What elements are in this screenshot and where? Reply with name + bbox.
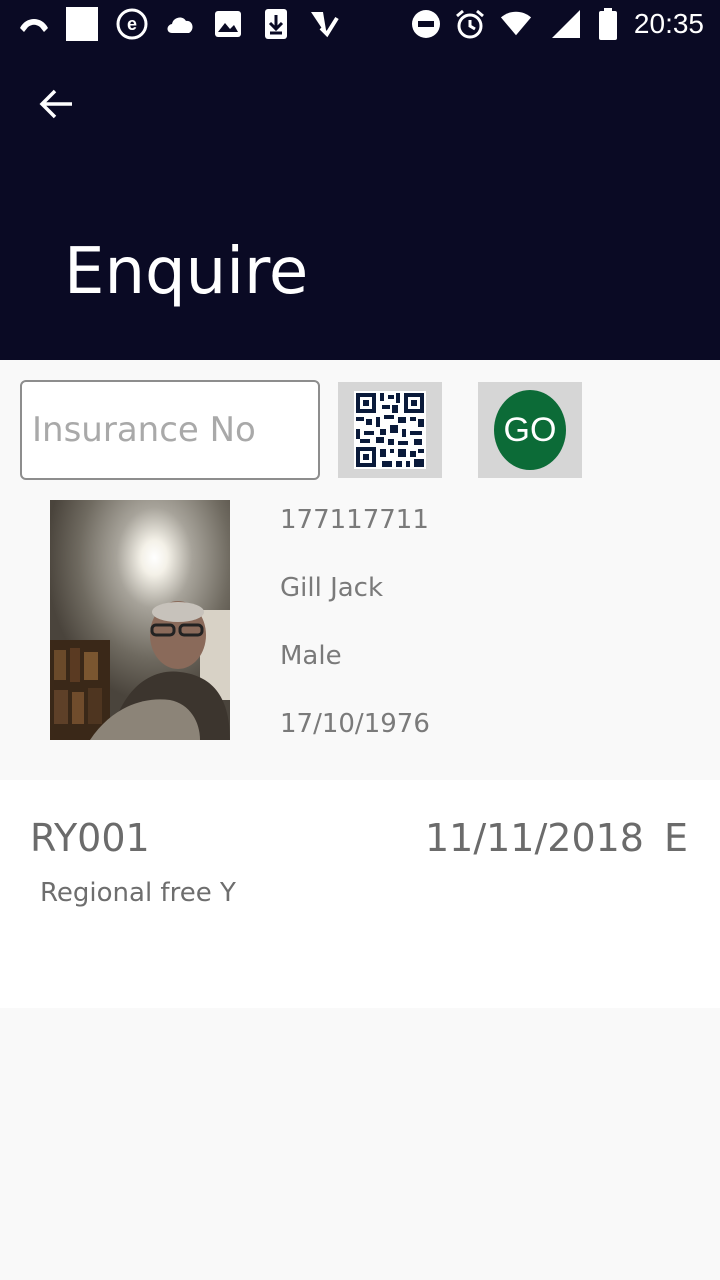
back-button[interactable] xyxy=(24,80,88,128)
image-icon xyxy=(212,8,244,40)
policy-status: E xyxy=(663,816,688,860)
battery-icon xyxy=(592,8,624,40)
person-gender: Male xyxy=(280,641,342,671)
person-info: 177117711 Gill Jack Male 17/10/1976 xyxy=(280,500,430,772)
insurance-number-value: 177117711 xyxy=(280,505,429,535)
qr-code-icon xyxy=(354,391,426,469)
signal-icon xyxy=(550,8,582,40)
download-icon xyxy=(260,8,292,40)
go-label: GO xyxy=(494,390,566,470)
policy-code: RY001 xyxy=(30,816,150,860)
policy-description: Regional free Y xyxy=(40,878,236,908)
app-bar: Enquire xyxy=(0,48,720,360)
insurance-number-input[interactable] xyxy=(20,380,320,480)
qr-scan-button[interactable] xyxy=(338,382,442,478)
page-title: Enquire xyxy=(64,235,309,309)
e-app-icon: e xyxy=(116,8,148,40)
do-not-disturb-icon xyxy=(410,8,442,40)
policy-card[interactable]: RY001 11/11/2018 E Regional free Y xyxy=(0,780,720,1008)
svg-text:e: e xyxy=(127,14,137,34)
arrow-back-icon xyxy=(39,89,72,119)
wifi-icon xyxy=(500,8,532,40)
status-bar: e 20:35 xyxy=(0,0,720,48)
policy-date: 11/11/2018 xyxy=(424,816,644,860)
status-time: 20:35 xyxy=(633,8,704,39)
alarm-icon xyxy=(454,8,486,40)
missed-call-icon xyxy=(18,8,50,40)
person-name: Gill Jack xyxy=(280,573,384,603)
person-dob: 17/10/1976 xyxy=(280,709,430,739)
cloud-icon xyxy=(164,8,196,40)
search-row: GO xyxy=(0,360,720,490)
person-photo xyxy=(50,500,230,740)
go-button[interactable]: GO xyxy=(478,382,582,478)
checkmark-app-icon xyxy=(308,8,340,40)
white-square-icon xyxy=(66,7,98,41)
